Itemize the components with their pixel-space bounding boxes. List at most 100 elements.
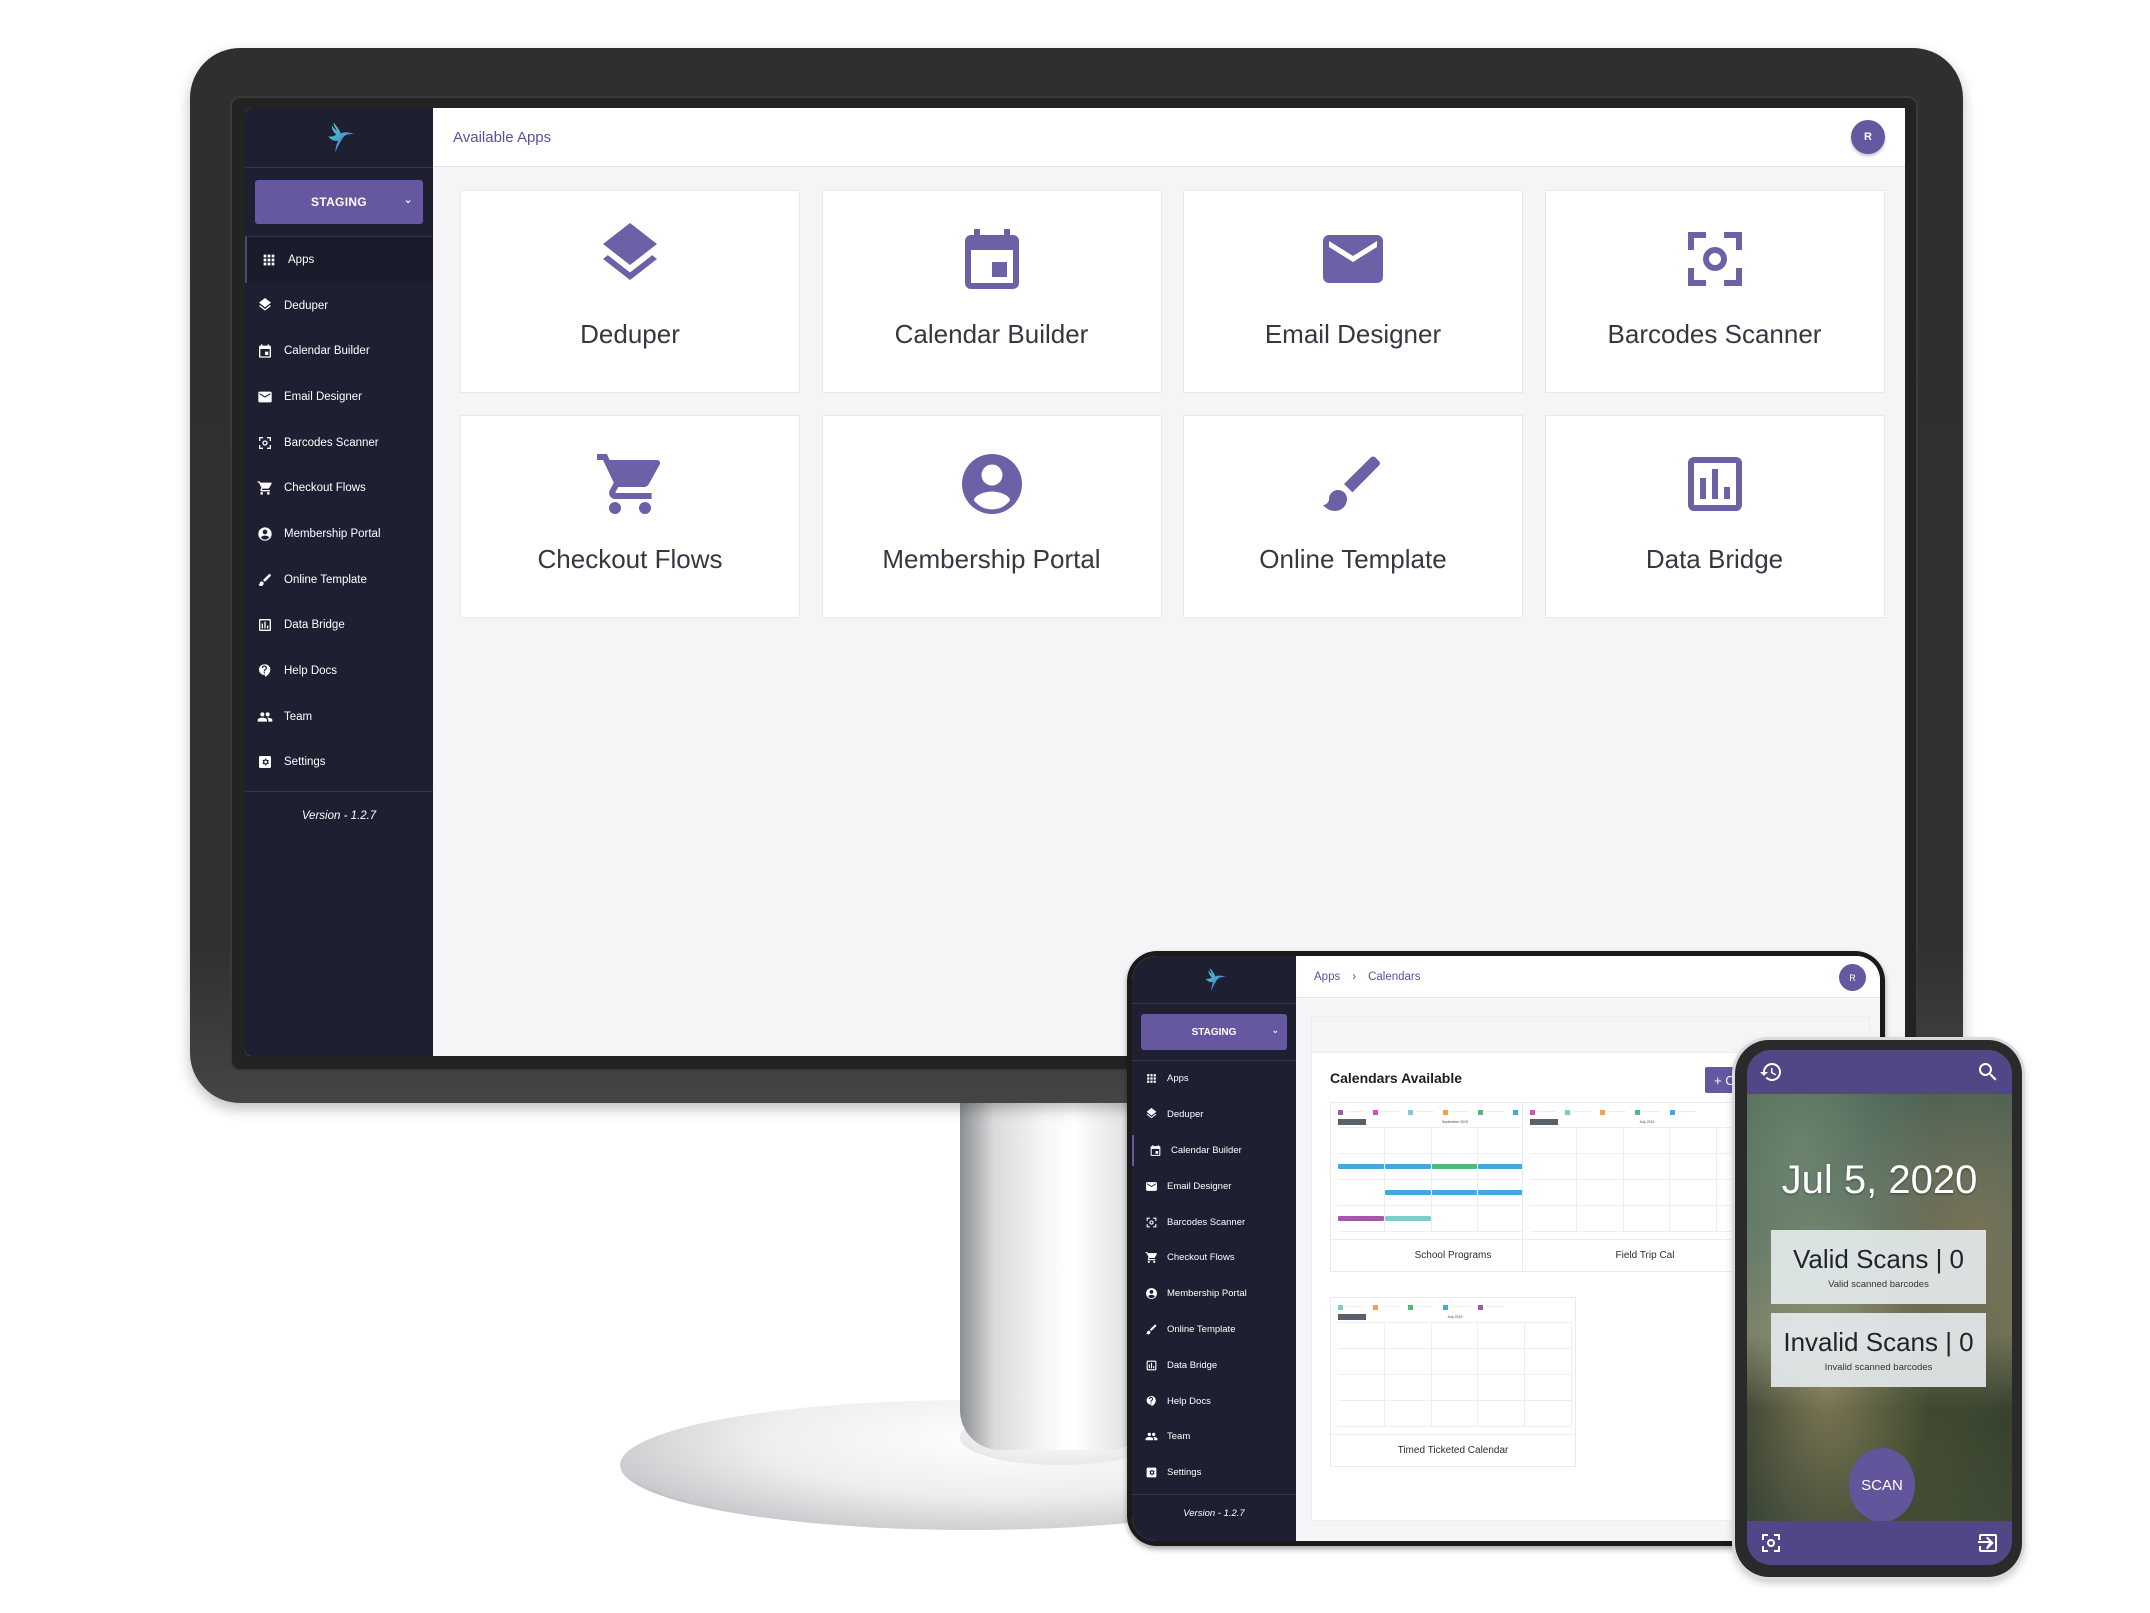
calendar-day-cell xyxy=(1478,1375,1526,1401)
sidebar-item-online-template[interactable]: Online Template xyxy=(245,557,433,603)
sidebar-item-membership-portal[interactable]: Membership Portal xyxy=(245,511,433,557)
tablet-sidebar-item-apps[interactable]: Apps xyxy=(1132,1061,1296,1097)
calendar-event xyxy=(1384,1216,1431,1221)
layers-icon xyxy=(257,298,273,314)
tablet-sidebar-item-settings[interactable]: Settings xyxy=(1132,1455,1296,1491)
app-card-membership-portal[interactable]: Membership Portal xyxy=(821,415,1162,618)
calendar-legend xyxy=(1335,1302,1575,1310)
calendar-day-cell xyxy=(1431,1349,1479,1375)
sidebar-item-label: Email Designer xyxy=(284,390,362,403)
tablet-sidebar-item-membership-portal[interactable]: Membership Portal xyxy=(1132,1276,1296,1312)
tablet-sidebar-item-checkout-flows[interactable]: Checkout Flows xyxy=(1132,1240,1296,1276)
calendar-toolbar: July 2019 xyxy=(1338,1314,1572,1320)
app-card-calendar-builder[interactable]: Calendar Builder xyxy=(821,190,1162,393)
sidebar-item-label: Membership Portal xyxy=(284,527,381,540)
help-icon xyxy=(257,663,273,679)
tablet-sidebar: STAGING ⌄ Apps Deduper Calendar Builder Ema… xyxy=(1132,956,1296,1541)
calendar-card[interactable]: July 2019 Timed Ticketed Calendar xyxy=(1330,1297,1576,1467)
sidebar-item-label: Email Designer xyxy=(1167,1180,1232,1192)
scan-icon[interactable] xyxy=(1759,1531,1783,1555)
sidebar-item-checkout-flows[interactable]: Checkout Flows xyxy=(245,465,433,511)
tablet-sidebar-item-team[interactable]: Team xyxy=(1132,1419,1296,1455)
calendar-day-cell xyxy=(1576,1206,1624,1232)
calendar-day-cell xyxy=(1338,1375,1385,1401)
app-card-checkout-flows[interactable]: Checkout Flows xyxy=(460,415,800,618)
sidebar-item-data-bridge[interactable]: Data Bridge xyxy=(245,603,433,649)
tablet-sidebar-item-data-bridge[interactable]: Data Bridge xyxy=(1132,1347,1296,1383)
sidebar-item-barcodes-scanner[interactable]: Barcodes Scanner xyxy=(245,420,433,466)
logout-icon[interactable] xyxy=(1976,1531,2000,1555)
tablet-sidebar-item-help-docs[interactable]: Help Docs xyxy=(1132,1383,1296,1419)
user-avatar[interactable]: R xyxy=(1851,120,1885,154)
desktop-screen: STAGING ⌄ Apps Deduper Calendar Builder Ema… xyxy=(245,108,1905,1056)
environment-select-value: STAGING xyxy=(1191,1026,1237,1038)
calendar-day-cell xyxy=(1478,1349,1526,1375)
phone-device: Jul 5, 2020 Valid Scans | 0 Valid scanne… xyxy=(1735,1040,2022,1577)
sidebar-item-label: Membership Portal xyxy=(1167,1288,1247,1300)
calendar-icon xyxy=(257,343,273,359)
sidebar-item-label: Checkout Flows xyxy=(1167,1252,1235,1264)
team-icon xyxy=(257,709,273,725)
sidebar-nav: Apps Deduper Calendar Builder Email Designe… xyxy=(245,237,433,785)
sidebar-item-deduper[interactable]: Deduper xyxy=(245,283,433,329)
app-card-label: Calendar Builder xyxy=(894,319,1089,349)
sidebar-item-apps[interactable]: Apps xyxy=(245,237,433,283)
sidebar-item-label: Calendar Builder xyxy=(284,345,370,358)
calendar-event xyxy=(1431,1164,1478,1169)
app-card-deduper[interactable]: Deduper xyxy=(460,190,800,393)
sidebar-item-label: Apps xyxy=(1167,1073,1189,1085)
calendar-legend xyxy=(1527,1107,1767,1115)
cart-icon xyxy=(257,480,273,496)
calendar-day-cell xyxy=(1431,1323,1479,1349)
sidebar-item-email-designer[interactable]: Email Designer xyxy=(245,374,433,420)
calendar-event xyxy=(1431,1190,1478,1195)
brush-icon xyxy=(1145,1323,1158,1336)
sidebar-item-label: Help Docs xyxy=(284,665,338,678)
calendar-day-cell xyxy=(1478,1206,1526,1232)
valid-scans-title: Valid Scans | 0 xyxy=(1792,1244,1965,1274)
calendar-event xyxy=(1478,1164,1525,1169)
sidebar-item-label: Calendar Builder xyxy=(1171,1144,1242,1156)
sidebar-item-settings[interactable]: Settings xyxy=(245,740,433,786)
scan-icon xyxy=(257,435,273,451)
calendar-toolbar: July 2019 xyxy=(1530,1119,1764,1125)
tablet-user-avatar[interactable]: R xyxy=(1839,964,1866,991)
tablet-logo[interactable] xyxy=(1132,956,1296,1004)
sidebar-item-label: Settings xyxy=(1167,1467,1202,1479)
tablet-sidebar-item-email-designer[interactable]: Email Designer xyxy=(1132,1168,1296,1204)
calendar-day-cell xyxy=(1338,1206,1385,1232)
calendar-name: Field Trip Cal xyxy=(1523,1239,1767,1271)
tablet-sidebar-item-deduper[interactable]: Deduper xyxy=(1132,1097,1296,1133)
sidebar-item-label: Online Template xyxy=(1167,1323,1236,1335)
sidebar-item-label: Help Docs xyxy=(1167,1395,1211,1407)
app-card-barcodes-scanner[interactable]: Barcodes Scanner xyxy=(1544,190,1885,393)
breadcrumb-apps[interactable]: Apps xyxy=(1314,971,1340,983)
calendar-icon xyxy=(956,223,1028,295)
settings-icon xyxy=(1145,1466,1158,1479)
history-icon[interactable] xyxy=(1759,1060,1783,1084)
environment-select[interactable]: STAGING ⌄ xyxy=(255,180,423,224)
valid-scans-card: Valid Scans | 0 Valid scanned barcodes xyxy=(1771,1230,1986,1304)
search-icon[interactable] xyxy=(1976,1060,2000,1084)
calendar-day-cell xyxy=(1478,1323,1526,1349)
app-card-online-template[interactable]: Online Template xyxy=(1183,415,1523,618)
sidebar-item-team[interactable]: Team xyxy=(245,694,433,740)
apps-grid-icon xyxy=(261,252,277,268)
app-card-data-bridge[interactable]: Data Bridge xyxy=(1544,415,1885,618)
mail-icon xyxy=(1145,1180,1158,1193)
tablet-environment-select[interactable]: STAGING ⌄ xyxy=(1141,1014,1287,1050)
tablet-sidebar-item-barcodes-scanner[interactable]: Barcodes Scanner xyxy=(1132,1204,1296,1240)
sidebar-item-help-docs[interactable]: Help Docs xyxy=(245,648,433,694)
scan-icon xyxy=(1145,1216,1158,1229)
sidebar-item-calendar-builder[interactable]: Calendar Builder xyxy=(245,328,433,374)
environment-select-value: STAGING xyxy=(311,195,367,209)
scan-button[interactable]: SCAN xyxy=(1849,1448,1915,1522)
tablet-sidebar-item-online-template[interactable]: Online Template xyxy=(1132,1312,1296,1348)
calendar-month: July 2019 xyxy=(1447,1315,1463,1319)
app-card-email-designer[interactable]: Email Designer xyxy=(1183,190,1523,393)
logo[interactable] xyxy=(245,108,433,168)
calendar-day-cell xyxy=(1431,1375,1479,1401)
breadcrumb-separator-icon: › xyxy=(1352,970,1357,983)
tablet-sidebar-item-calendar-builder[interactable]: Calendar Builder xyxy=(1132,1133,1296,1169)
calendar-card[interactable]: July 2019 Field Trip Cal xyxy=(1522,1102,1768,1272)
